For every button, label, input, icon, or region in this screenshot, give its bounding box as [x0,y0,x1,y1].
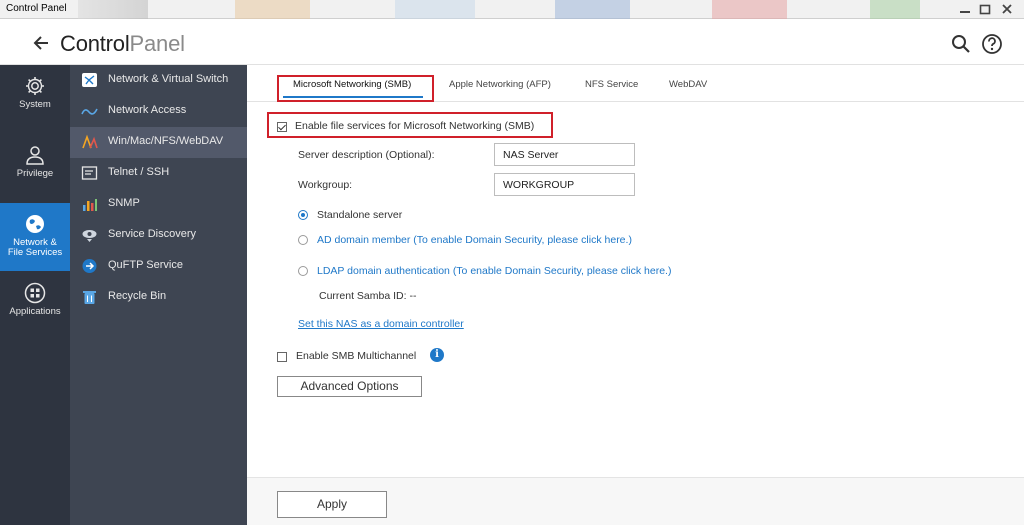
server-description-input[interactable]: NAS Server [494,143,635,166]
workgroup-input[interactable]: WORKGROUP [494,173,635,196]
maximize-icon [979,4,991,15]
subnav-item-telnet-ssh[interactable]: Telnet / SSH [70,158,247,189]
rail-item-label-line2: File Services [7,247,63,258]
page-title-light: Panel [129,31,185,56]
rail-item-label: System [19,99,51,110]
close-icon [1002,4,1012,14]
workgroup-label: Workgroup: [298,179,353,191]
subnav-item-label: Recycle Bin [108,290,167,302]
subnav-item-win-mac-nfs-webdav[interactable]: Win/Mac/NFS/WebDAV [70,127,247,158]
rail-item-label: Privilege [16,168,54,179]
gear-icon [26,77,44,95]
background-strip [555,0,630,19]
page-title: ControlPanel [60,31,185,57]
background-strip [870,0,920,19]
background-strip [395,0,475,19]
subnav-item-label: Win/Mac/NFS/WebDAV [108,135,224,147]
subnav-item-recycle-bin[interactable]: Recycle Bin [70,282,247,313]
rail-item-system[interactable]: System [0,65,70,133]
footer-bar: Apply [247,477,1024,525]
back-button[interactable] [30,32,52,54]
terminal-icon [81,166,98,180]
tab-nfs-service[interactable]: NFS Service [585,79,638,90]
subnav-item-quftp-service[interactable]: QuFTP Service [70,251,247,282]
service-discovery-icon [82,230,97,242]
search-button[interactable] [950,33,972,55]
close-button[interactable] [997,1,1017,18]
rail-item-privilege[interactable]: Privilege [0,134,70,202]
file-services-icon [82,134,98,149]
subnav-item-network-access[interactable]: Network Access [70,96,247,127]
background-strip [712,0,787,19]
subnav-item-label: QuFTP Service [108,259,183,271]
enable-smb-checkbox[interactable] [277,122,287,132]
subnav-item-label: SNMP [108,197,140,209]
search-icon [952,35,970,53]
rail-item-network-file-services[interactable]: Network & File Services [0,203,70,271]
current-samba-id: Current Samba ID: -- [319,290,417,302]
subnav-item-label: Network & Virtual Switch [108,73,229,85]
user-icon [26,146,44,165]
smb-multichannel-checkbox[interactable] [277,352,287,362]
category-rail: System Privilege Network & File Services… [0,65,70,525]
tab-apple-networking[interactable]: Apple Networking (AFP) [449,79,551,90]
subnav-item-network-virtual-switch[interactable]: Network & Virtual Switch [70,65,247,96]
help-icon [982,34,1002,54]
maximize-button[interactable] [975,1,995,18]
smb-multichannel-label: Enable SMB Multichannel [296,350,417,362]
server-description-label: Server description (Optional): [298,149,435,161]
minimize-icon [960,11,970,13]
ldap-authentication-radio[interactable] [298,266,308,276]
rail-item-applications[interactable]: Applications [0,272,70,340]
minimize-button[interactable] [955,1,975,18]
enable-smb-label: Enable file services for Microsoft Netwo… [295,120,535,132]
help-button[interactable] [981,33,1003,55]
domain-controller-link[interactable]: Set this NAS as a domain controller [298,318,464,330]
sub-navigation: Network & Virtual Switch Network Access … [70,65,247,525]
standalone-server-radio[interactable] [298,210,308,220]
ftp-icon [82,259,97,273]
globe-icon [26,215,44,233]
window-title: Control Panel [6,3,67,14]
window-title-bar: Control Panel [0,0,1024,19]
recycle-bin-icon [83,291,96,304]
subnav-item-label: Service Discovery [108,228,197,240]
apps-grid-icon [24,282,46,304]
background-strip [78,0,148,19]
subnav-item-label: Telnet / SSH [108,166,170,178]
network-access-icon [81,108,98,115]
rail-item-label: Applications [9,306,61,317]
network-switch-icon [82,73,97,87]
ad-domain-member-link[interactable]: AD domain member (To enable Domain Secur… [317,234,632,246]
subnav-item-label: Network Access [108,104,187,116]
ad-domain-member-radio[interactable] [298,235,308,245]
advanced-options-button[interactable]: Advanced Options [277,376,422,397]
info-icon[interactable]: i [430,348,444,362]
subnav-item-snmp[interactable]: SNMP [70,189,247,220]
tab-webdav[interactable]: WebDAV [669,79,707,90]
subnav-item-service-discovery[interactable]: Service Discovery [70,220,247,251]
app-header: ControlPanel [0,19,1024,65]
background-strip [235,0,310,19]
snmp-icon [83,199,97,211]
page-title-bold: Control [60,31,130,56]
tab-highlight-box [277,75,434,102]
apply-button[interactable]: Apply [277,491,387,518]
main-panel: Microsoft Networking (SMB) Apple Network… [247,65,1024,525]
ldap-authentication-link[interactable]: LDAP domain authentication (To enable Do… [317,265,671,277]
standalone-server-label: Standalone server [317,209,403,221]
arrow-left-icon [33,36,48,50]
